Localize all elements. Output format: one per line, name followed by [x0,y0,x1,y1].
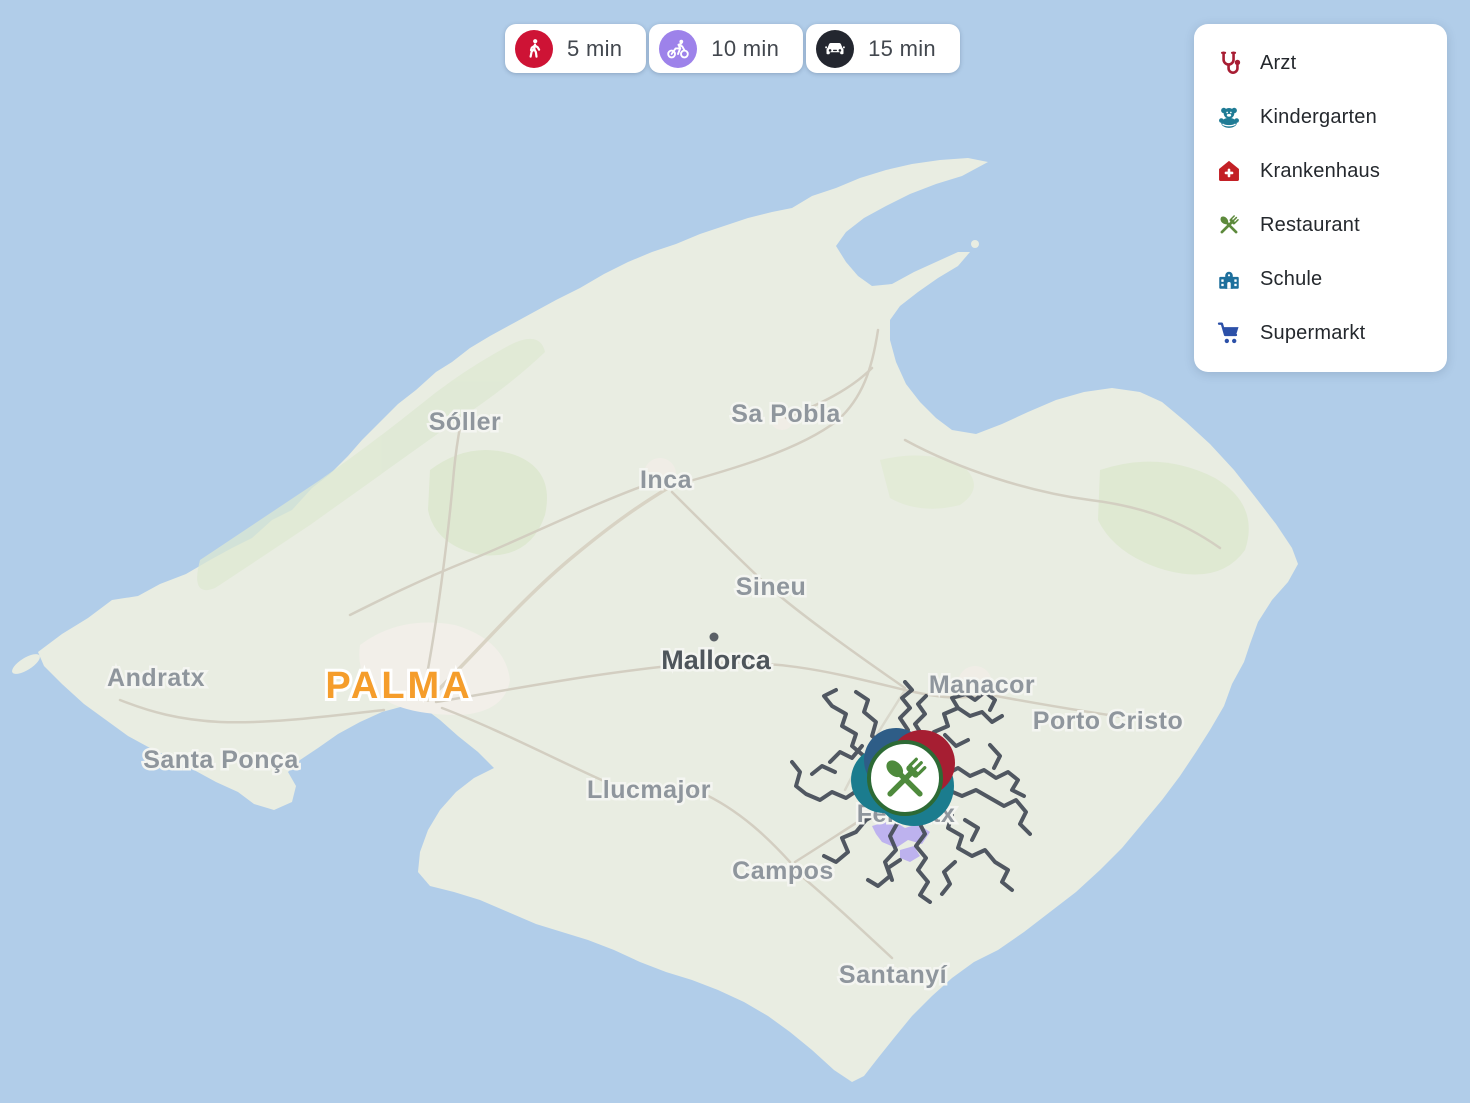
legend-item-restaurant[interactable]: Restaurant [1216,212,1427,238]
legend-label-restaurant: Restaurant [1260,214,1360,237]
legend-label-supermarkt: Supermarkt [1260,322,1365,345]
label-inca: Inca [640,466,693,494]
legend-label-schule: Schule [1260,268,1322,291]
label-sa-pobla: Sa Pobla [731,400,841,428]
stethoscope-icon [1216,50,1242,76]
label-mallorca: Mallorca [661,645,772,675]
bike-icon [659,30,697,68]
legend-item-krankenhaus[interactable]: Krankenhaus [1216,158,1427,184]
legend-item-arzt[interactable]: Arzt [1216,50,1427,76]
label-porto-cristo: Porto Cristo [1033,707,1183,735]
legend-label-kindergarten: Kindergarten [1260,106,1377,129]
walk-time-label: 5 min [567,36,622,62]
label-sineu: Sineu [736,573,807,601]
bike-time-pill[interactable]: 10 min [649,24,803,73]
legend-item-kindergarten[interactable]: Kindergarten [1216,104,1427,130]
teddy-bear-icon [1216,104,1242,130]
car-icon [816,30,854,68]
label-llucmajor: Llucmajor [587,776,711,804]
cart-icon [1216,320,1242,346]
mallorca-point [710,633,719,642]
restaurant-icon [1216,212,1242,238]
legend-item-supermarkt[interactable]: Supermarkt [1216,320,1427,346]
label-santa-ponca: Santa Ponça [143,746,299,774]
label-campos: Campos [732,857,834,885]
label-santanyi: Santanyí [839,961,948,989]
car-time-pill[interactable]: 15 min [806,24,960,73]
map-app: Sóller Sa Pobla Inca Sineu Mallorca Andr… [0,0,1470,1103]
bike-time-label: 10 min [711,36,779,62]
walk-time-pill[interactable]: 5 min [505,24,646,73]
label-soller: Sóller [429,408,501,436]
label-palma: PALMA [325,665,472,707]
car-time-label: 15 min [868,36,936,62]
poi-legend: Arzt Kindergarten [1194,24,1447,372]
label-andratx: Andratx [107,664,205,692]
legend-label-arzt: Arzt [1260,52,1296,75]
legend-label-krankenhaus: Krankenhaus [1260,160,1380,183]
label-manacor: Manacor [929,671,1035,699]
travel-time-toolbar: 5 min 10 min [505,24,960,73]
hospital-icon [1216,158,1242,184]
walk-icon [515,30,553,68]
legend-item-schule[interactable]: Schule [1216,266,1427,292]
school-icon [1216,266,1242,292]
